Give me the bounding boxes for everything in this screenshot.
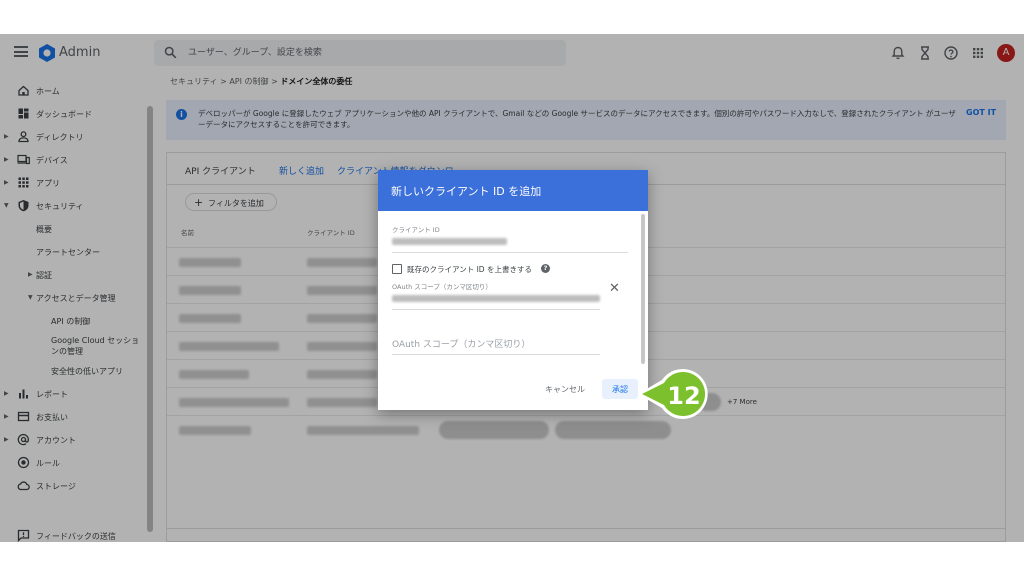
dialog-title: 新しいクライアント ID を追加: [391, 185, 542, 198]
overwrite-checkbox[interactable]: [392, 264, 402, 274]
dialog-header: 新しいクライアント ID を追加: [378, 170, 648, 211]
client-id-label: クライアント ID: [392, 226, 440, 234]
client-id-field[interactable]: [392, 234, 628, 250]
client-id-underline: [392, 252, 628, 253]
scope-input[interactable]: [392, 335, 600, 355]
scope-underline: [392, 309, 600, 310]
scope-field-label: OAuth スコープ（カンマ区切り）: [392, 283, 492, 291]
step-number: 12: [667, 382, 700, 410]
overwrite-label[interactable]: 既存のクライアント ID を上書きする: [407, 264, 532, 275]
scope-field-filled[interactable]: [392, 291, 602, 307]
admin-console-window: Admin A ホーム ダッシュボード ▶ ディレクトリ ▶ デバイス: [0, 34, 1024, 542]
cancel-button[interactable]: キャンセル: [545, 384, 585, 395]
step-callout: 12: [638, 369, 708, 419]
dialog-scrollbar[interactable]: [641, 214, 645, 364]
add-client-id-dialog: 新しいクライアント ID を追加 クライアント ID 既存のクライアント ID …: [378, 170, 648, 410]
close-icon[interactable]: ✕: [609, 282, 620, 295]
help-icon[interactable]: ?: [541, 264, 550, 273]
